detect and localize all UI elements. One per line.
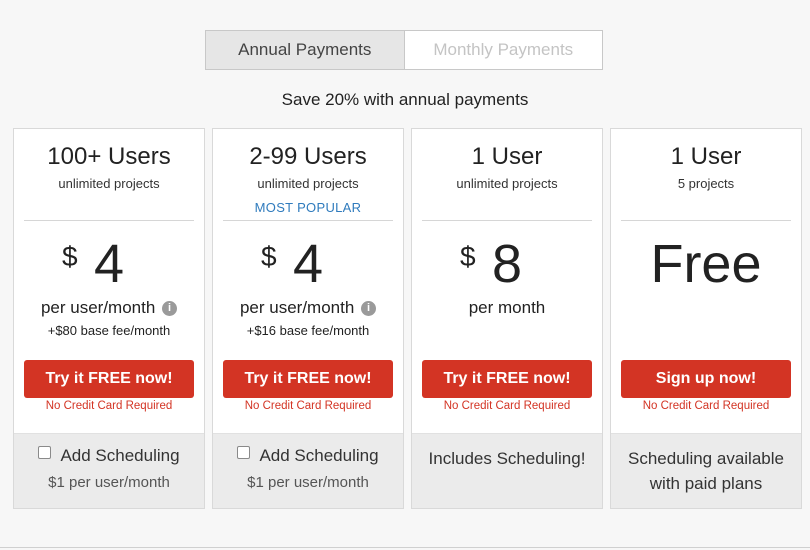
divider [223, 220, 393, 221]
currency-symbol: $ [460, 241, 476, 272]
plan-projects: unlimited projects [58, 176, 160, 191]
bottom-divider [0, 547, 810, 548]
scheduling-price: $1 per user/month [247, 474, 369, 491]
scheduling-availability-note: Scheduling available with paid plans [611, 446, 801, 496]
add-scheduling-checkbox[interactable] [38, 446, 52, 459]
scheduling-included-note: Includes Scheduling! [428, 449, 586, 468]
plan-card-2-99-users: 2-99 Users unlimited projects MOST POPUL… [212, 128, 404, 509]
divider [422, 220, 592, 221]
no-credit-card-note: No Credit Card Required [244, 400, 372, 412]
add-scheduling-label: Add Scheduling [259, 446, 379, 465]
plan-card-free: 1 User 5 projects Free Sign up now! No C… [610, 128, 802, 509]
most-popular-badge: MOST POPULAR [254, 200, 362, 215]
price-amount: 4 [293, 234, 324, 294]
try-free-button[interactable]: Try it FREE now! [24, 360, 194, 398]
add-scheduling-option[interactable]: Add Scheduling [213, 446, 403, 466]
scheduling-included: Includes Scheduling! [412, 433, 602, 508]
plan-users: 100+ Users [47, 143, 171, 170]
plan-projects: unlimited projects [257, 176, 359, 191]
price-period-label: per user/month [40, 298, 156, 317]
info-icon[interactable]: i [162, 301, 178, 316]
plan-users: 2-99 Users [249, 143, 367, 170]
price-period: per month [468, 298, 546, 317]
plan-card-1-user: 1 User unlimited projects $ 8 per month … [411, 128, 603, 509]
info-icon[interactable]: i [361, 301, 377, 316]
billing-toggle: Annual Payments Monthly Payments [205, 30, 603, 70]
annual-payments-tab[interactable]: Annual Payments [205, 30, 405, 70]
currency-symbol: $ [261, 241, 277, 272]
divider [24, 220, 194, 221]
plan-card-100-plus-users: 100+ Users unlimited projects $ 4 per us… [13, 128, 205, 509]
scheduling-price: $1 per user/month [48, 474, 170, 491]
divider [621, 220, 791, 221]
scheduling-note-line-2: with paid plans [649, 474, 763, 493]
plan-price: Free [611, 233, 801, 303]
scheduling-note-line-1: Scheduling available [628, 449, 784, 468]
try-free-button[interactable]: Try it FREE now! [223, 360, 393, 398]
price-free: Free [650, 234, 762, 294]
price-amount: 8 [492, 234, 523, 294]
price-period: per user/month i [14, 298, 204, 318]
sign-up-button[interactable]: Sign up now! [621, 360, 791, 398]
plan-users: 1 User [471, 143, 543, 170]
plan-users: 1 User [670, 143, 742, 170]
price-period-label: per user/month [239, 298, 355, 317]
plan-price: $ 4 [213, 233, 403, 303]
plan-projects: unlimited projects [456, 176, 558, 191]
add-scheduling-checkbox[interactable] [237, 446, 251, 459]
price-amount: 4 [94, 234, 125, 294]
scheduling-addon: Add Scheduling $1 per user/month [14, 433, 204, 508]
scheduling-availability: Scheduling available with paid plans [611, 433, 801, 508]
try-free-button[interactable]: Try it FREE now! [422, 360, 592, 398]
base-fee: +$16 base fee/month [246, 323, 370, 338]
scheduling-addon: Add Scheduling $1 per user/month [213, 433, 403, 508]
no-credit-card-note: No Credit Card Required [443, 400, 571, 412]
monthly-payments-tab[interactable]: Monthly Payments [404, 30, 603, 70]
plan-projects: 5 projects [677, 176, 735, 191]
save-message: Save 20% with annual payments [281, 90, 529, 109]
plan-price: $ 4 [14, 233, 204, 303]
base-fee: +$80 base fee/month [47, 323, 171, 338]
add-scheduling-option[interactable]: Add Scheduling [14, 446, 204, 466]
no-credit-card-note: No Credit Card Required [642, 400, 770, 412]
currency-symbol: $ [62, 241, 78, 272]
no-credit-card-note: No Credit Card Required [45, 400, 173, 412]
plan-price: $ 8 [412, 233, 602, 303]
add-scheduling-label: Add Scheduling [60, 446, 180, 465]
price-period: per user/month i [213, 298, 403, 318]
